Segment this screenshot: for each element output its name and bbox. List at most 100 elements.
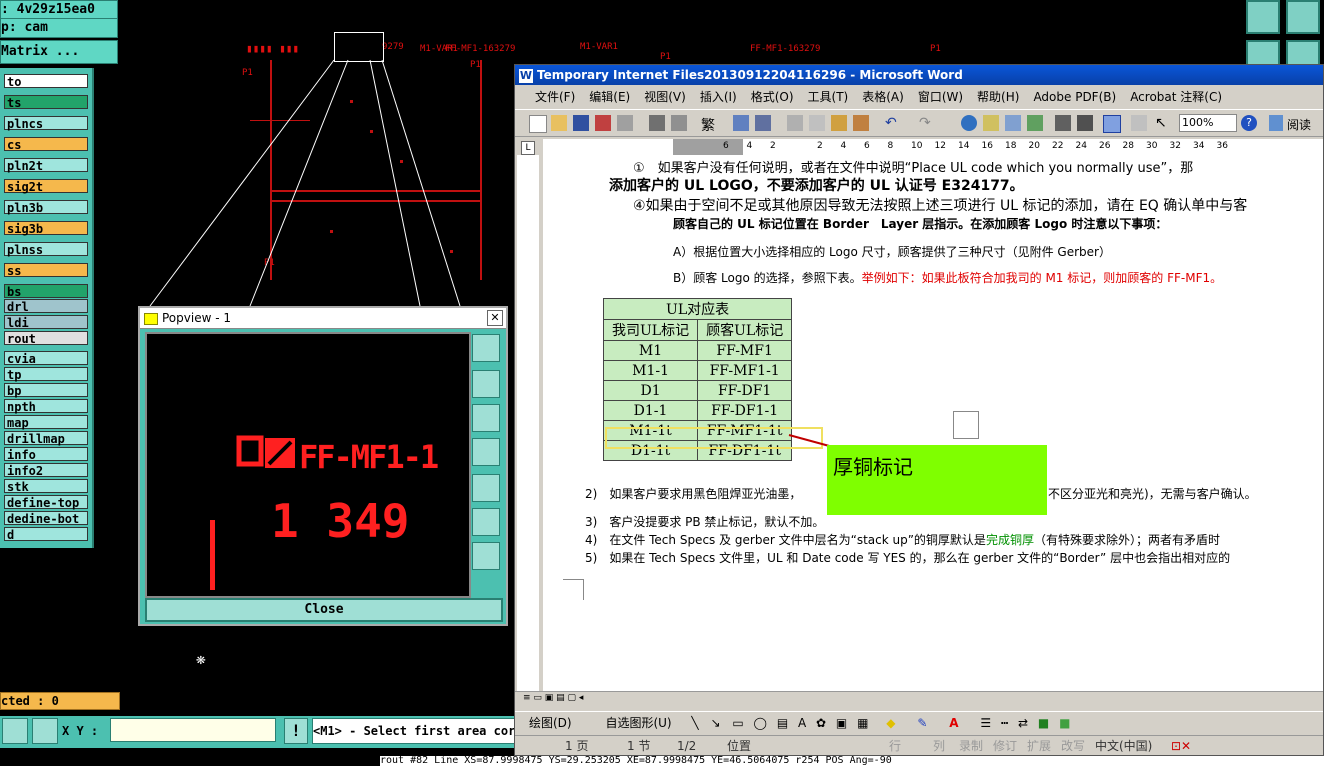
menu-item[interactable]: 窗口(W): [918, 90, 963, 104]
pan-down-icon[interactable]: [472, 404, 500, 432]
zoom-select[interactable]: 100%: [1179, 114, 1237, 132]
layer-sig2t[interactable]: sig2t: [4, 179, 88, 194]
layer-bs[interactable]: bs: [4, 284, 88, 299]
save-icon[interactable]: [573, 115, 589, 131]
traditional-chinese-icon[interactable]: 繁: [701, 115, 717, 134]
save-icon[interactable]: [1286, 0, 1320, 34]
document-map-icon[interactable]: [1103, 115, 1121, 133]
redo-icon[interactable]: ↷: [919, 115, 935, 131]
object-icon[interactable]: [953, 411, 979, 439]
xy-input[interactable]: [110, 718, 276, 742]
grid-icon[interactable]: [32, 718, 58, 744]
format-painter-icon[interactable]: [853, 115, 869, 131]
read-button[interactable]: 阅读: [1287, 116, 1311, 133]
menu-item[interactable]: 编辑(E): [589, 90, 630, 104]
menu-item[interactable]: 插入(I): [700, 90, 737, 104]
layer-bp[interactable]: bp: [4, 383, 88, 398]
warning-icon[interactable]: !: [284, 718, 308, 744]
research-icon[interactable]: [755, 115, 771, 131]
draw-menu[interactable]: 绘图(D): [529, 716, 572, 730]
home-icon[interactable]: [1246, 0, 1280, 34]
arrow-style-icon[interactable]: ⇄: [1018, 716, 1028, 730]
insert-table-icon[interactable]: [1005, 115, 1021, 131]
menu-item[interactable]: 帮助(H): [977, 90, 1019, 104]
email-icon[interactable]: [617, 115, 633, 131]
hyperlink-icon[interactable]: [961, 115, 977, 131]
layer-plncs[interactable]: plncs: [4, 116, 88, 131]
layer-npth[interactable]: npth: [4, 399, 88, 414]
layer-cs[interactable]: cs: [4, 137, 88, 152]
layer-stk[interactable]: stk: [4, 479, 88, 494]
status-trk[interactable]: 修订: [993, 736, 1017, 756]
layer-rout[interactable]: rout: [4, 331, 88, 346]
layer-drillmap[interactable]: drillmap: [4, 431, 88, 446]
wordart-icon[interactable]: A: [798, 716, 806, 730]
rectangle-icon[interactable]: ▭: [732, 716, 743, 730]
layer-dedine-bot[interactable]: dedine-bot: [4, 511, 88, 526]
layer-d[interactable]: d: [4, 527, 88, 542]
line-style-icon[interactable]: ☰: [980, 716, 991, 730]
print-preview-icon[interactable]: [671, 115, 687, 131]
layer-cvia[interactable]: cvia: [4, 351, 88, 366]
line-color-icon[interactable]: ✎: [917, 716, 927, 730]
3d-icon[interactable]: ■: [1059, 716, 1070, 730]
permission-icon[interactable]: [595, 115, 611, 131]
line-icon[interactable]: ╲: [691, 716, 698, 730]
picture-icon[interactable]: ▦: [857, 716, 868, 730]
show-hide-icon[interactable]: [1131, 115, 1147, 131]
undo-icon[interactable]: ↶: [885, 115, 901, 131]
layer-tp[interactable]: tp: [4, 367, 88, 382]
zoom-fit-icon[interactable]: [472, 334, 500, 362]
status-ovr[interactable]: 改写: [1061, 736, 1085, 756]
pan-right-icon[interactable]: [472, 474, 500, 502]
help-icon[interactable]: ?: [1241, 115, 1257, 131]
horizontal-ruler[interactable]: 6 4 2 2 4 6 8 10 12 14 16 18 20 22 24 26 28 30 32 34 36: [543, 139, 1323, 156]
close-button[interactable]: Close: [145, 598, 503, 622]
view-buttons[interactable]: ≡ ▭ ▣ ▤ ▢ ◂: [523, 693, 603, 704]
autoshape-menu[interactable]: 自选图形(U): [605, 716, 671, 730]
layer-drl[interactable]: drl: [4, 299, 88, 314]
paste-icon[interactable]: [831, 115, 847, 131]
tables-borders-icon[interactable]: [983, 115, 999, 131]
popview-canvas[interactable]: FF-MF1-1 1 349: [145, 332, 471, 598]
drawing-icon[interactable]: [1077, 115, 1093, 131]
open-icon[interactable]: [551, 115, 567, 131]
read-icon[interactable]: [1269, 115, 1283, 131]
menu-item[interactable]: Acrobat 注释(C): [1130, 90, 1222, 104]
fill-color-icon[interactable]: ◆: [886, 716, 895, 730]
clipart-icon[interactable]: ▣: [836, 716, 847, 730]
print-icon[interactable]: [649, 115, 665, 131]
layer-plnss[interactable]: plnss: [4, 242, 88, 257]
columns-icon[interactable]: [1055, 115, 1071, 131]
layer-to[interactable]: to: [4, 74, 88, 89]
close-icon[interactable]: ✕: [487, 310, 503, 326]
menu-item[interactable]: 视图(V): [644, 90, 686, 104]
menu-item[interactable]: 表格(A): [862, 90, 904, 104]
layer-ts[interactable]: ts: [4, 95, 88, 110]
spelling-icon[interactable]: [733, 115, 749, 131]
layer-ss[interactable]: ss: [4, 263, 88, 278]
layer-pln3b[interactable]: pln3b: [4, 200, 88, 215]
zoom-out-icon[interactable]: [472, 542, 500, 570]
layer-info[interactable]: info: [4, 447, 88, 462]
menu-item[interactable]: 格式(O): [751, 90, 794, 104]
pan-up-icon[interactable]: [472, 370, 500, 398]
pan-left-icon[interactable]: [472, 438, 500, 466]
layer-define-top[interactable]: define-top: [4, 495, 88, 510]
arrow-icon[interactable]: ↘: [710, 716, 720, 730]
new-icon[interactable]: [529, 115, 547, 133]
tab-selector[interactable]: L: [521, 141, 535, 155]
layer-pln2t[interactable]: pln2t: [4, 158, 88, 173]
layer-info2[interactable]: info2: [4, 463, 88, 478]
cut-icon[interactable]: [787, 115, 803, 131]
menu-item[interactable]: Adobe PDF(B): [1033, 90, 1116, 104]
oval-icon[interactable]: ◯: [754, 716, 767, 730]
status-rec[interactable]: 录制: [959, 736, 983, 756]
layer-ldi[interactable]: ldi: [4, 315, 88, 330]
zoom-in-icon[interactable]: [472, 508, 500, 536]
menu-item[interactable]: 文件(F): [535, 90, 575, 104]
matrix-button[interactable]: Matrix ...: [0, 40, 118, 64]
shadow-icon[interactable]: ■: [1038, 716, 1049, 730]
layer-sig3b[interactable]: sig3b: [4, 221, 88, 236]
menu-item[interactable]: 工具(T): [808, 90, 849, 104]
